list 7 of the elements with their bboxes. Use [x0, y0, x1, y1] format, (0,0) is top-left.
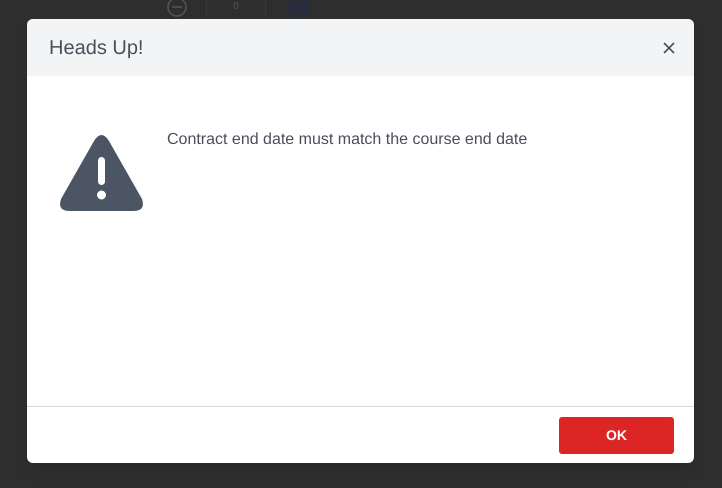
warning-icon — [59, 135, 144, 211]
minus-icon[interactable] — [166, 0, 188, 18]
close-button[interactable] — [662, 40, 676, 54]
plus-icon[interactable] — [287, 0, 309, 18]
dialog-title: Heads Up! — [49, 36, 144, 60]
dialog-message: Contract end date must match the course end date — [167, 132, 528, 150]
ok-button[interactable]: OK — [559, 416, 674, 454]
